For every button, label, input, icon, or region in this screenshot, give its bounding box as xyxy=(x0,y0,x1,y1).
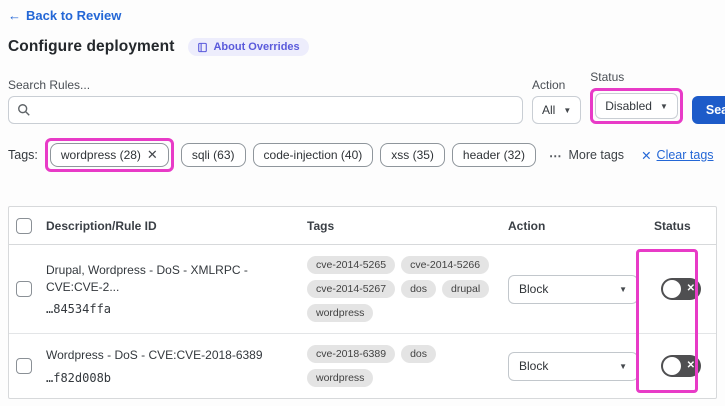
row-checkbox[interactable] xyxy=(16,281,32,297)
row-checkbox[interactable] xyxy=(16,358,32,374)
status-toggle[interactable]: ✕ xyxy=(661,278,701,300)
rule-description: Drupal, Wordpress - DoS - XMLRPC - CVE:C… xyxy=(46,262,248,294)
action-select[interactable]: Block ▼ xyxy=(508,351,638,381)
search-rules-label: Search Rules... xyxy=(8,78,91,92)
filter-tag-label: code-injection (40) xyxy=(263,148,363,162)
table-header-row: Description/Rule ID Tags Action Status xyxy=(9,207,716,245)
back-arrow-icon: ← xyxy=(8,8,21,23)
toggle-knob xyxy=(663,357,681,375)
status-filter-label: Status xyxy=(590,70,625,84)
toggle-off-x-icon: ✕ xyxy=(686,283,695,294)
rule-id: …f82d008b xyxy=(46,370,112,385)
action-select-value: Block xyxy=(519,359,549,373)
toggle-knob xyxy=(663,280,681,298)
rule-description: Wordpress - DoS - CVE:CVE-2018-6389 xyxy=(46,348,263,363)
column-header-description: Description/Rule ID xyxy=(46,218,157,233)
filter-tag-pill[interactable]: header (32) xyxy=(451,143,536,167)
tag-badge: wordpress xyxy=(307,304,374,322)
action-filter-label: Action xyxy=(532,78,566,92)
filter-tag-label: header (32) xyxy=(462,148,525,162)
page-title: Configure deployment xyxy=(8,38,175,55)
action-select-value: Block xyxy=(519,282,549,296)
search-input[interactable] xyxy=(37,103,522,117)
filter-tag-pill[interactable]: code-injection (40) xyxy=(252,143,374,167)
chevron-down-icon: ▼ xyxy=(659,101,668,111)
tag-badge: dos xyxy=(401,280,436,298)
tag-badge: drupal xyxy=(442,280,490,298)
tag-badge: dos xyxy=(401,345,436,363)
column-header-status: Status xyxy=(654,218,691,233)
chevron-down-icon: ▼ xyxy=(619,284,627,294)
table-row: Wordpress - DoS - CVE:CVE-2018-6389 …f82… xyxy=(9,334,716,398)
toggle-off-x-icon: ✕ xyxy=(686,360,695,371)
table-row: Drupal, Wordpress - DoS - XMLRPC - CVE:C… xyxy=(9,245,716,334)
selected-tag-highlight: wordpress (28) ✕ xyxy=(44,138,174,172)
tag-badge: cve-2014-5267 xyxy=(307,280,396,298)
action-filter-dropdown[interactable]: All ▼ xyxy=(532,96,582,124)
clear-tags-link[interactable]: ✕ Clear tags xyxy=(641,148,713,163)
filter-tag-pill[interactable]: wordpress (28) ✕ xyxy=(49,143,169,167)
status-filter-dropdown[interactable]: Disabled ▼ xyxy=(595,93,678,119)
configure-deployment-page: ← Back to Review Configure deployment Ab… xyxy=(0,0,725,406)
filter-tag-pill[interactable]: sqli (63) xyxy=(180,143,246,167)
book-icon xyxy=(197,42,208,53)
ellipsis-icon: ⋯ xyxy=(548,148,563,163)
filter-tag-label: xss (35) xyxy=(391,148,434,162)
rule-id: …84534ffa xyxy=(46,302,112,317)
tags-bar-label: Tags: xyxy=(8,148,38,162)
tag-badge: cve-2014-5265 xyxy=(307,256,396,274)
back-link-label: Back to Review xyxy=(26,8,122,23)
column-header-action: Action xyxy=(508,218,546,233)
filter-tag-pill[interactable]: xss (35) xyxy=(380,143,445,167)
chevron-down-icon: ▼ xyxy=(619,361,627,371)
remove-tag-icon[interactable]: ✕ xyxy=(147,147,158,163)
rules-table: Description/Rule ID Tags Action Status D… xyxy=(8,206,717,399)
column-header-tags: Tags xyxy=(307,218,335,233)
select-all-checkbox[interactable] xyxy=(16,217,32,234)
about-overrides-label: About Overrides xyxy=(213,41,300,53)
clear-tags-label: Clear tags xyxy=(656,148,714,162)
tag-badge: cve-2018-6389 xyxy=(307,345,396,363)
search-box[interactable] xyxy=(8,96,523,124)
action-filter-value: All xyxy=(542,103,556,117)
status-filter-value: Disabled xyxy=(605,99,652,113)
filter-tag-label: wordpress (28) xyxy=(60,148,141,162)
search-button[interactable]: Search xyxy=(691,96,725,124)
action-select[interactable]: Block ▼ xyxy=(508,274,638,304)
rule-tags: cve-2018-6389 dos wordpress xyxy=(301,345,493,387)
status-filter-highlight: Disabled ▼ xyxy=(590,88,683,124)
filter-tag-label: sqli (63) xyxy=(191,148,235,162)
back-to-review-link[interactable]: ← Back to Review xyxy=(8,8,121,23)
status-toggle[interactable]: ✕ xyxy=(661,355,701,377)
tag-badge: cve-2014-5266 xyxy=(401,256,490,274)
tag-badge: wordpress xyxy=(307,369,374,387)
chevron-down-icon: ▼ xyxy=(563,105,572,115)
more-tags-button[interactable]: ⋯ More tags xyxy=(549,148,624,163)
clear-x-icon: ✕ xyxy=(641,148,652,163)
about-overrides-badge[interactable]: About Overrides xyxy=(188,38,309,56)
more-tags-label: More tags xyxy=(568,148,625,162)
rule-tags: cve-2014-5265 cve-2014-5266 cve-2014-5267 d… xyxy=(301,256,493,322)
